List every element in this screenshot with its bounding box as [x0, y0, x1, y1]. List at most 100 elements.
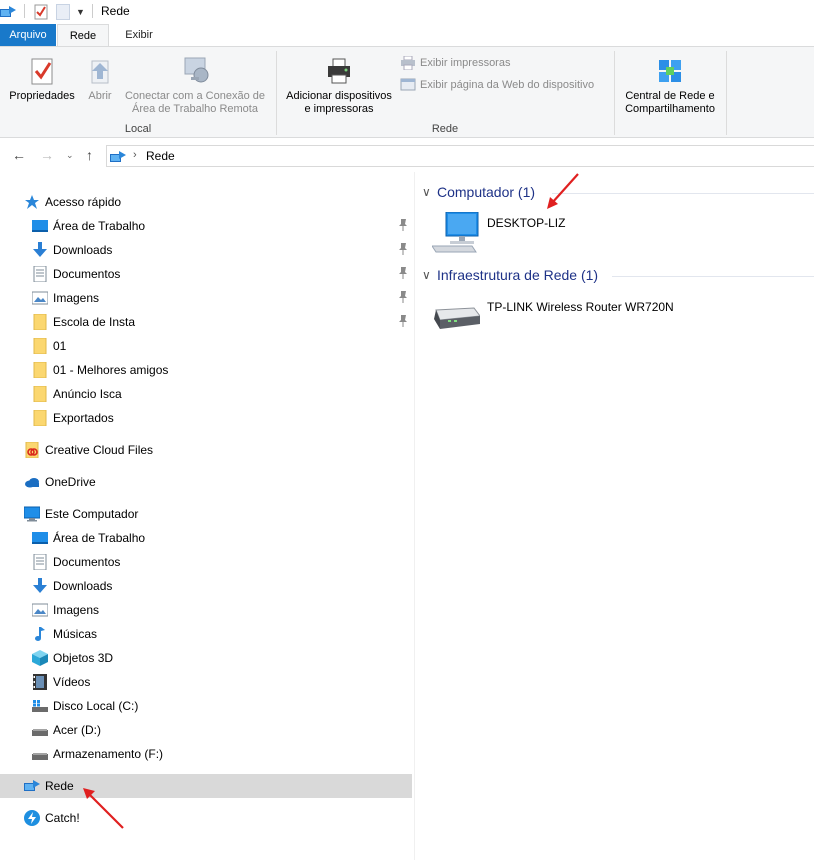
device-webpage-icon [400, 78, 416, 91]
tab-rede[interactable]: Rede [57, 24, 109, 46]
sidebar-item-downloads[interactable]: Downloads [0, 574, 412, 598]
open-button[interactable]: Abrir [84, 55, 116, 103]
computer-icon [24, 506, 40, 522]
pin-icon[interactable] [398, 243, 408, 255]
sidebar-item-creative-cloud[interactable]: Creative Cloud Files [0, 438, 412, 462]
ribbon-group-separator [614, 51, 615, 135]
pin-icon[interactable] [398, 267, 408, 279]
ribbon-group-separator [726, 51, 727, 135]
sidebar-item-folder[interactable]: 01 [0, 334, 412, 358]
quick-access-separator [24, 4, 25, 18]
pin-icon[interactable] [398, 315, 408, 327]
sidebar-item-label: Anúncio Isca [53, 387, 122, 401]
sidebar-item-folder[interactable]: Escola de Insta [0, 310, 412, 334]
sidebar-item-label: Imagens [53, 291, 100, 305]
sidebar-item-music[interactable]: Músicas [0, 622, 412, 646]
sidebar-item-label: 01 - Melhores amigos [53, 363, 169, 377]
sidebar-item-documents[interactable]: Documentos [0, 550, 412, 574]
remote-desktop-label-line1: Conectar com a Conexão de [124, 90, 266, 102]
group-header-label: Computador (1) [437, 184, 536, 200]
sidebar-item-label: Área de Trabalho [53, 531, 146, 545]
video-icon [33, 674, 47, 690]
sidebar-item-drive-f[interactable]: Armazenamento (F:) [0, 742, 412, 766]
network-icon [24, 780, 40, 791]
drive-icon [32, 729, 48, 736]
device-desktop-liz[interactable]: DESKTOP-LIZ [432, 212, 632, 266]
system-drive-icon [32, 700, 48, 712]
sidebar-item-desktop[interactable]: Área de Trabalho [0, 214, 412, 238]
view-printers-icon [401, 56, 415, 70]
sidebar-item-videos[interactable]: Vídeos [0, 670, 412, 694]
sidebar-item-label: Objetos 3D [53, 651, 114, 665]
folder-icon [33, 314, 47, 330]
sidebar-item-quick-access[interactable]: Acesso rápido [0, 190, 412, 214]
add-devices-label-line1: Adicionar dispositivos [286, 90, 392, 102]
sidebar-item-label: Armazenamento (F:) [53, 747, 164, 761]
pane-splitter[interactable] [414, 172, 415, 860]
star-icon [25, 195, 39, 209]
forward-arrow-icon[interactable]: → [40, 146, 54, 164]
up-arrow-icon[interactable]: ↑ [86, 146, 93, 164]
back-arrow-icon[interactable]: ← [12, 146, 26, 164]
sidebar-item-folder[interactable]: Anúncio Isca [0, 382, 412, 406]
sidebar-item-folder[interactable]: Exportados [0, 406, 412, 430]
sidebar-item-desktop[interactable]: Área de Trabalho [0, 526, 412, 550]
pin-icon[interactable] [398, 219, 408, 231]
tab-arquivo[interactable]: Arquivo [0, 24, 56, 46]
sidebar-item-images[interactable]: Imagens [0, 286, 412, 310]
sidebar-item-label: Documentos [53, 267, 121, 281]
recent-locations-chevron-icon[interactable]: ⌄ [66, 146, 74, 164]
sidebar-item-drive-d[interactable]: Acer (D:) [0, 718, 412, 742]
sidebar-item-documents[interactable]: Documentos [0, 262, 412, 286]
device-name: DESKTOP-LIZ [487, 216, 566, 230]
breadcrumb-chevron-icon: › [133, 149, 137, 161]
sidebar-item-onedrive[interactable]: OneDrive [0, 470, 412, 494]
ribbon: Propriedades Abrir Conectar com a Conexã… [0, 46, 814, 138]
properties-label: Propriedades [9, 90, 75, 102]
sidebar-item-downloads[interactable]: Downloads [0, 238, 412, 262]
sidebar-item-label: Rede [45, 779, 74, 793]
collapse-chevron-icon[interactable]: ∨ [422, 268, 431, 282]
sidebar-item-label: Acer (D:) [53, 723, 101, 737]
sidebar-item-catch[interactable]: Catch! [0, 806, 412, 830]
open-icon [91, 60, 109, 84]
customize-quick-access-icon[interactable]: ▼ [76, 4, 86, 20]
local-group-label: Local [124, 123, 152, 135]
view-device-webpage-button[interactable]: Exibir página da Web do dispositivo [400, 77, 594, 93]
sidebar-item-label: Este Computador [45, 507, 139, 521]
collapse-chevron-icon[interactable]: ∨ [422, 185, 431, 199]
network-icon [0, 4, 16, 20]
sidebar-item-3d-objects[interactable]: Objetos 3D [0, 646, 412, 670]
folder-icon [33, 386, 47, 402]
network-sharing-center-button[interactable]: Central de Rede e Compartilhamento [618, 55, 722, 116]
sidebar-item-network[interactable]: Rede [0, 774, 412, 798]
sidebar-item-label: Imagens [53, 603, 100, 617]
sidebar-item-label: Vídeos [53, 675, 91, 689]
sidebar-item-label: Músicas [53, 627, 98, 641]
drive-icon [32, 753, 48, 760]
network-group-label: Rede [431, 123, 459, 135]
properties-quick-icon[interactable] [33, 4, 49, 20]
tab-exibir[interactable]: Exibir [112, 24, 166, 46]
remote-desktop-label-line2: Área de Trabalho Remota [132, 103, 258, 115]
breadcrumb[interactable]: Rede [146, 149, 175, 163]
add-devices-button[interactable]: Adicionar dispositivos e impressoras [280, 55, 398, 116]
remote-desktop-button[interactable]: Conectar com a Conexão de Área de Trabal… [120, 55, 270, 116]
group-header-label: Infraestrutura de Rede (1) [437, 267, 599, 283]
sidebar-item-this-pc[interactable]: Este Computador [0, 502, 412, 526]
sidebar-item-folder[interactable]: 01 - Melhores amigos [0, 358, 412, 382]
sidebar-item-drive-c[interactable]: Disco Local (C:) [0, 694, 412, 718]
new-folder-quick-icon[interactable] [56, 4, 70, 20]
properties-button[interactable]: Propriedades [6, 55, 78, 103]
pin-icon[interactable] [398, 291, 408, 303]
view-printers-button[interactable]: Exibir impressoras [400, 55, 510, 71]
image-icon [32, 603, 48, 617]
address-bar[interactable]: › Rede [106, 145, 814, 167]
sidebar-item-label: Downloads [53, 243, 113, 257]
ribbon-tabs: Arquivo Rede Exibir [0, 24, 814, 46]
folder-icon [33, 410, 47, 426]
sidebar-item-images[interactable]: Imagens [0, 598, 412, 622]
annotation-arrow-icon [547, 173, 579, 209]
download-icon [33, 242, 47, 257]
device-tp-link-router[interactable]: TP-LINK Wireless Router WR720N [432, 300, 692, 350]
